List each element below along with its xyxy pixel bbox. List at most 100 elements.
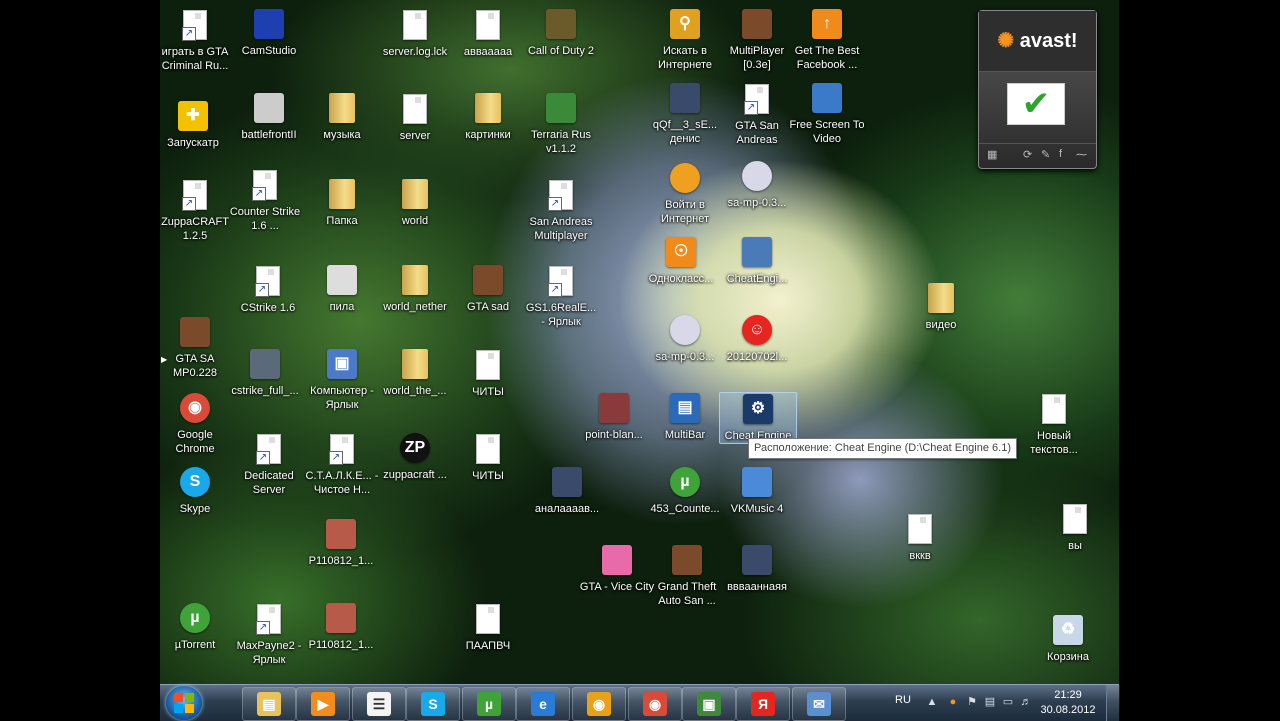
desktop-icon[interactable]: музыка — [304, 92, 380, 142]
network-icon[interactable]: ▤ — [984, 696, 996, 708]
desktop-icon-label: world — [401, 215, 429, 227]
taskbar-button-monitor[interactable]: ▣ — [682, 687, 736, 721]
desktop-icon[interactable]: point-blan... — [576, 392, 652, 442]
refresh-icon[interactable]: ⟳ — [1023, 148, 1032, 161]
skype-icon-graphic: S — [180, 467, 210, 497]
samp-installer-icon-graphic — [742, 161, 772, 191]
settings-icon[interactable]: ▦ — [987, 148, 997, 161]
desktop-icon[interactable]: ☺ 20120702l... — [719, 314, 795, 364]
desktop-icon[interactable]: Terraria Rus v1.1.2 — [523, 92, 599, 156]
desktop-icon[interactable]: играть в GTA Criminal Ru... — [157, 8, 233, 73]
taskbar-button-chrome[interactable]: ◉ — [628, 687, 682, 721]
desktop-icon[interactable]: S Skype — [157, 466, 233, 516]
flag-icon[interactable]: ⚑ — [966, 696, 978, 708]
desktop-icon-label: GTA sad — [467, 301, 509, 313]
desktop-icon[interactable]: Call of Duty 2 — [523, 8, 599, 58]
check-icon[interactable]: ✔ — [1007, 83, 1065, 125]
taskbar-button-media[interactable]: ▶ — [296, 687, 350, 721]
desktop-icon-label: Dedicated Server — [244, 470, 294, 496]
desktop-icon[interactable]: server — [377, 92, 453, 143]
desktop-icon[interactable]: GTA SA MP0.228 — [157, 316, 233, 380]
desktop-icon[interactable]: видео — [903, 282, 979, 332]
desktop-icon[interactable]: Папка — [304, 178, 380, 228]
desktop-icon[interactable]: qQf__3_sE... денис — [647, 82, 723, 146]
rss-icon[interactable]: ⁓ — [1076, 148, 1087, 161]
desktop-icon[interactable]: VKMusic 4 — [719, 466, 795, 516]
folder-icon — [326, 179, 358, 211]
desktop-icon[interactable]: P110812_1... — [303, 518, 379, 568]
desktop-icon[interactable]: MultiPlayer [0.3e] — [719, 8, 795, 72]
desktop-icon[interactable]: Grand Theft Auto San ... — [649, 544, 725, 608]
desktop-icon[interactable]: CamStudio — [231, 8, 307, 58]
desktop-icon[interactable]: µ µTorrent — [157, 602, 233, 652]
desktop-icon[interactable]: вввааннаяя — [719, 544, 795, 594]
desktop-icon[interactable]: ▤ MultiBar — [647, 392, 723, 442]
desktop-icon[interactable]: world_nether — [377, 264, 453, 314]
power-icon[interactable]: ▭ — [1002, 696, 1014, 708]
desktop-icon[interactable]: Войти в Интернет — [647, 162, 723, 226]
desktop-icon[interactable]: battlefrontII — [231, 92, 307, 142]
desktop-icon[interactable]: Dedicated Server — [231, 432, 307, 497]
desktop-icon[interactable]: пила — [304, 264, 380, 314]
facebook-icon[interactable]: f — [1059, 148, 1062, 160]
desktop-icon[interactable]: GTA sad — [450, 264, 526, 314]
folder-icon-graphic — [475, 93, 501, 123]
desktop-icon[interactable]: ⚙ Cheat Engine — [719, 392, 797, 444]
desktop-icon[interactable]: cstrike_full_... — [227, 348, 303, 398]
clock[interactable]: 21:29 30.08.2012 — [1038, 688, 1098, 718]
desktop-icon[interactable]: вккв — [882, 512, 958, 563]
desktop-icon[interactable]: CheatEngi... — [719, 236, 795, 286]
desktop-icon[interactable]: San Andreas Multiplayer — [523, 178, 599, 243]
desktop-icon[interactable]: CStrike 1.6 — [230, 264, 306, 315]
taskbar-button-utorrent[interactable]: µ — [462, 687, 516, 721]
taskbar-button-mail[interactable]: ✉ — [792, 687, 846, 721]
desktop-icon[interactable]: P110812_1... — [303, 602, 379, 652]
taskbar-button-explorer[interactable]: ▤ — [242, 687, 296, 721]
desktop-icon[interactable]: Новый текстов... — [1016, 392, 1092, 457]
desktop-icon[interactable]: ↑ Get The Best Facebook ... — [789, 8, 865, 72]
taskbar-button-skype[interactable]: S — [406, 687, 460, 721]
language-indicator[interactable]: RU — [895, 694, 911, 706]
desktop-icon[interactable]: ♻ Корзина — [1030, 614, 1106, 664]
desktop-icon[interactable]: GTA San Andreas — [719, 82, 795, 147]
desktop-icon[interactable]: sa-mp-0.3... — [647, 314, 723, 364]
desktop-icon[interactable]: вы — [1037, 502, 1113, 553]
desktop-icon[interactable]: аввааааа — [450, 8, 526, 59]
desktop-icon[interactable]: Counter Strike 1.6 ... — [227, 168, 303, 233]
desktop-icon[interactable]: ПААПВЧ — [450, 602, 526, 653]
desktop-icon[interactable]: ЧИТЫ — [450, 432, 526, 483]
desktop-icon[interactable]: world — [377, 178, 453, 228]
taskbar-button-nero[interactable]: ◉ — [572, 687, 626, 721]
photo-icon-graphic — [326, 519, 356, 549]
taskbar-button-yandex[interactable]: Я — [736, 687, 790, 721]
desktop-icon[interactable]: GTA - Vice City — [579, 544, 655, 594]
taskbar-button-notepad[interactable]: ☰ — [352, 687, 406, 721]
desktop-icon[interactable]: ZP zuppacraft ... — [377, 432, 453, 482]
desktop-icon[interactable]: Free Screen To Video — [789, 82, 865, 146]
desktop-icon[interactable]: ЧИТЫ — [450, 348, 526, 399]
desktop-icon[interactable]: картинки — [450, 92, 526, 142]
twitter-icon[interactable]: ✎ — [1041, 148, 1050, 161]
avast-gadget[interactable]: ✺ avast! ✔ ▦ ⟳ ✎ f ⁓ — [978, 10, 1097, 169]
desktop-icon[interactable]: ⚲ Искать в Интернете — [647, 8, 723, 72]
desktop-icon[interactable]: ZuppaCRAFT 1.2.5 — [157, 178, 233, 243]
avast-tray-icon[interactable]: ● — [947, 696, 959, 708]
desktop-icon[interactable]: GS1.6RealE... - Ярлык — [523, 264, 599, 329]
cheat-engine-icon-graphic: ⚙ — [743, 394, 773, 424]
desktop-icon[interactable]: MaxPayne2 - Ярлык — [231, 602, 307, 667]
desktop-icon[interactable]: аналаааав... — [529, 466, 605, 516]
desktop-icon[interactable]: ▣ Компьютер - Ярлык — [304, 348, 380, 412]
desktop-icon[interactable]: server.log.lck — [377, 8, 453, 59]
tray-expand-icon[interactable]: ▲ — [926, 696, 938, 708]
taskbar-button-ie[interactable]: e — [516, 687, 570, 721]
start-button[interactable] — [166, 686, 202, 720]
desktop-icon[interactable]: µ 453_Counte... — [647, 466, 723, 516]
show-desktop-button[interactable] — [1106, 685, 1120, 721]
desktop-icon[interactable]: ☉ Однокласс... — [643, 236, 719, 286]
desktop-icon[interactable]: sa-mp-0.3... — [719, 160, 795, 210]
desktop-icon[interactable]: ✚ Запускатр — [155, 100, 231, 150]
desktop-icon[interactable]: ◉ Google Chrome — [157, 392, 233, 456]
desktop-icon[interactable]: world_the_... — [377, 348, 453, 398]
volume-icon[interactable]: ♬ — [1020, 696, 1032, 708]
desktop-icon[interactable]: С.Т.А.Л.К.Е... - Чистое Н... — [304, 432, 380, 497]
